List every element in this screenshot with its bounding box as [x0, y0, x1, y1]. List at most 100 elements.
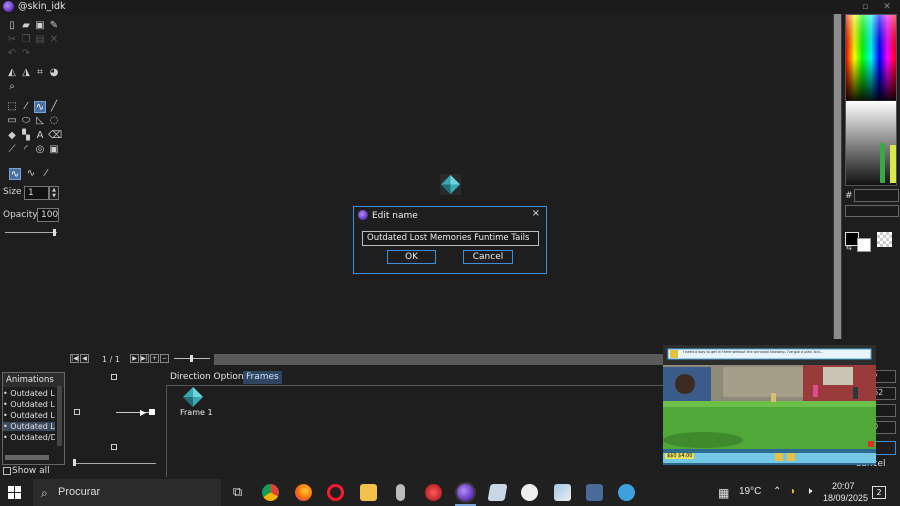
- swap-colors-icon[interactable]: ⇆: [846, 244, 852, 252]
- show-all-checkbox[interactable]: [3, 467, 11, 475]
- new-file-icon[interactable]: ▯: [6, 20, 18, 32]
- eyedropper-icon[interactable]: ⁄: [20, 101, 32, 113]
- direction-slider-handle[interactable]: [73, 459, 76, 466]
- prev-frame-icon[interactable]: ◀: [80, 354, 89, 363]
- direction-left[interactable]: [74, 409, 80, 415]
- task-view-icon[interactable]: ⧉: [229, 484, 246, 501]
- canvas-size-icon[interactable]: ▣: [48, 144, 60, 156]
- taskbar-search-box[interactable]: ⌕ Procurar: [33, 479, 221, 506]
- redo-icon[interactable]: ↷: [20, 48, 32, 60]
- animation-item[interactable]: • Outdated Lo: [3, 389, 55, 398]
- mouse-icon[interactable]: [396, 484, 405, 501]
- direction-slider[interactable]: [74, 463, 156, 464]
- delete-icon[interactable]: ✕: [48, 34, 60, 46]
- brush-mode-1-icon[interactable]: ∿: [9, 168, 21, 180]
- first-frame-icon[interactable]: |◀: [70, 354, 79, 363]
- notifications-icon[interactable]: 2: [872, 486, 886, 499]
- size-input[interactable]: 1: [24, 186, 49, 200]
- polygon-tool-icon[interactable]: ◺: [34, 115, 46, 127]
- fill-bucket-icon[interactable]: ◆: [6, 130, 18, 142]
- palette-grid[interactable]: [846, 15, 896, 185]
- rectangle-tool-icon[interactable]: ▭: [6, 115, 18, 127]
- tray-app-icon[interactable]: ◑: [789, 486, 795, 497]
- close-icon[interactable]: ✕: [877, 0, 897, 14]
- frame-thumbnail[interactable]: [182, 386, 204, 408]
- opera-icon[interactable]: [327, 484, 344, 501]
- dialog-close-button[interactable]: ×: [532, 208, 540, 219]
- target-icon[interactable]: ◎: [34, 144, 46, 156]
- opacity-slider[interactable]: [5, 232, 57, 233]
- color-palette[interactable]: [845, 14, 897, 186]
- opacity-input[interactable]: 100: [37, 208, 59, 222]
- remove-frame-icon[interactable]: −: [160, 354, 169, 363]
- animation-item-selected[interactable]: • Outdated Los: [3, 422, 55, 431]
- direction-down[interactable]: [111, 444, 117, 450]
- animation-item[interactable]: • Outdated Lo: [3, 411, 55, 420]
- canvas-vertical-scrollbar[interactable]: [833, 14, 842, 339]
- animations-scrollbar[interactable]: [57, 386, 62, 446]
- timeline-scrollbar[interactable]: [214, 354, 664, 365]
- brush-mode-3-icon[interactable]: ⁄: [40, 168, 52, 180]
- app-red-icon[interactable]: [425, 484, 442, 501]
- scrollbar-thumb[interactable]: [834, 14, 841, 339]
- copy-icon[interactable]: ❐: [20, 34, 32, 46]
- open-folder-icon[interactable]: ▰: [20, 20, 32, 32]
- chrome-icon[interactable]: [262, 484, 279, 501]
- brush-mode-2-icon[interactable]: ∿: [25, 168, 37, 180]
- settings-wrench-icon[interactable]: ✎: [48, 20, 60, 32]
- paint-icon[interactable]: [554, 484, 571, 501]
- animation-item[interactable]: • Outdated/De: [3, 433, 55, 442]
- lasso-tool-icon[interactable]: ◌: [48, 115, 60, 127]
- animations-horizontal-scrollbar[interactable]: [5, 455, 49, 460]
- last-frame-icon[interactable]: ▶|: [140, 354, 149, 363]
- tab-frames[interactable]: Frames: [243, 371, 282, 384]
- direction-right[interactable]: [149, 409, 155, 415]
- speed-slider-handle[interactable]: [190, 355, 193, 362]
- hue-shift-icon[interactable]: ◜: [20, 144, 32, 156]
- color-name-input[interactable]: [845, 205, 899, 217]
- ellipse-tool-icon[interactable]: ⬭: [20, 115, 32, 127]
- size-stepper[interactable]: ▲ ▼: [49, 186, 59, 200]
- weather-temp[interactable]: 19°C: [739, 486, 761, 497]
- file-explorer-icon[interactable]: [360, 484, 377, 501]
- windows-start-icon[interactable]: [8, 486, 22, 500]
- character-app-icon[interactable]: [521, 484, 538, 501]
- text-tool-icon[interactable]: A: [34, 130, 46, 142]
- clock-date[interactable]: 18/09/2025: [823, 493, 868, 503]
- cancel-button[interactable]: Cancel: [463, 250, 513, 264]
- pencil-tool-icon[interactable]: ∿: [34, 101, 46, 113]
- flip-icon[interactable]: ◭: [6, 67, 18, 79]
- ok-button[interactable]: OK: [387, 250, 436, 264]
- smudge-icon[interactable]: ⟋: [6, 144, 18, 156]
- save-icon[interactable]: ▣: [34, 20, 46, 32]
- opacity-slider-handle[interactable]: [53, 229, 56, 236]
- line-tool-icon[interactable]: ╱: [48, 101, 60, 113]
- transparent-swatch[interactable]: [877, 232, 892, 247]
- secondary-color-swatch[interactable]: [857, 238, 871, 252]
- undo-icon[interactable]: ↶: [6, 48, 18, 60]
- paste-icon[interactable]: ▤: [34, 34, 46, 46]
- speaker-icon[interactable]: 🕨: [806, 486, 812, 497]
- pixel-editor-icon[interactable]: [457, 484, 474, 501]
- next-frame-icon[interactable]: ▶: [130, 354, 139, 363]
- spray-icon[interactable]: ▚: [20, 130, 32, 142]
- clock-time[interactable]: 20:07: [832, 481, 855, 491]
- tray-chevron-icon[interactable]: ⌃: [773, 486, 781, 497]
- tab-direction-options[interactable]: Direction Options: [170, 372, 248, 382]
- eraser-icon[interactable]: ⌫: [48, 130, 62, 142]
- notes-icon[interactable]: [487, 484, 508, 501]
- maximize-icon[interactable]: ▫: [855, 0, 875, 14]
- link-app-icon[interactable]: [618, 484, 635, 501]
- rect-select-icon[interactable]: ⬚: [6, 101, 18, 113]
- zoom-icon[interactable]: ⌕: [6, 81, 18, 93]
- system-monitor-icon[interactable]: [586, 484, 603, 501]
- animation-item[interactable]: • Outdated Lo: [3, 400, 55, 409]
- rotate-icon[interactable]: ◮: [20, 67, 32, 79]
- weather-icon[interactable]: ▦: [718, 486, 729, 500]
- add-frame-icon[interactable]: +: [150, 354, 159, 363]
- name-input[interactable]: Outdated Lost Memories Funtime Tails: [362, 231, 539, 246]
- firefox-icon[interactable]: [295, 484, 312, 501]
- direction-up[interactable]: [111, 374, 117, 380]
- hex-input[interactable]: [854, 189, 899, 202]
- cut-icon[interactable]: ✂: [6, 34, 18, 46]
